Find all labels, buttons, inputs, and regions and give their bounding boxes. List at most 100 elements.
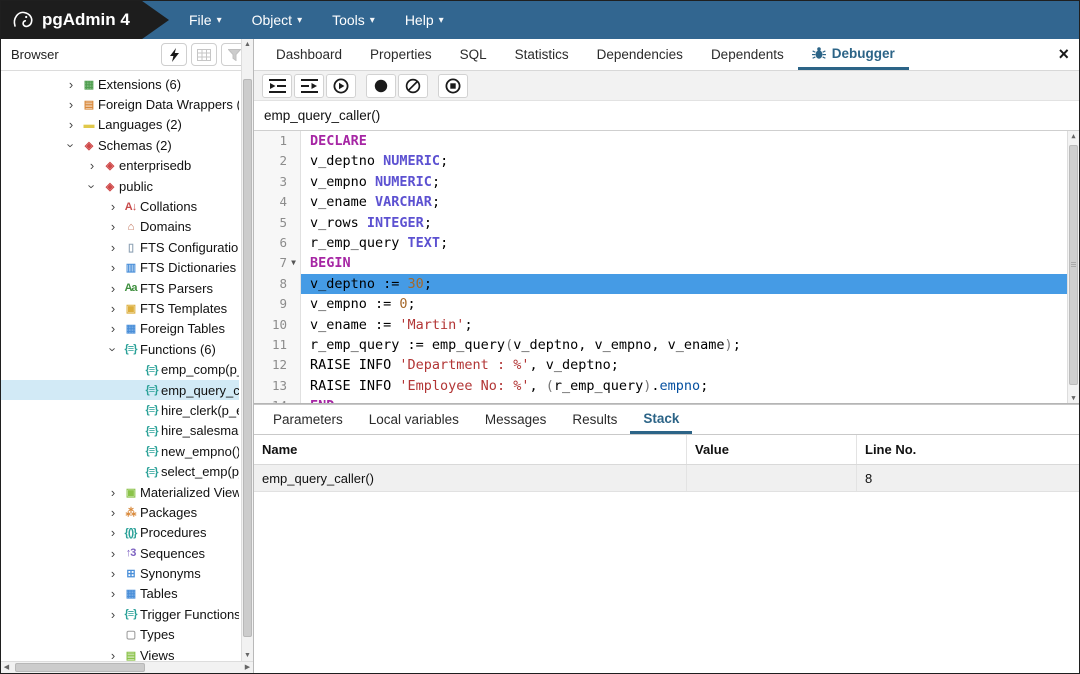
expander-chevron-icon[interactable]: › [105,607,121,622]
stack-frame-row[interactable]: emp_query_caller()8 [254,465,1079,492]
tree-item-public[interactable]: ›◈public [1,176,239,196]
tab-dashboard[interactable]: Dashboard [262,39,356,70]
expander-chevron-icon[interactable]: › [105,566,121,581]
expander-chevron-icon[interactable]: › [105,199,121,214]
tree-item-new-empno[interactable]: {≡}new_empno() [1,441,239,461]
tree-vscroll-thumb[interactable] [243,79,252,637]
view-data-button[interactable] [191,43,217,66]
tree-item-extensions-6[interactable]: ›▦Extensions (6) [1,74,239,94]
expander-chevron-icon[interactable]: › [105,485,121,500]
tab-stack[interactable]: Stack [630,405,692,434]
expander-chevron-icon[interactable]: › [63,97,79,112]
expander-chevron-icon[interactable]: › [64,137,79,153]
column-header-line-no: Line No. [857,435,1079,464]
tree-item-procedures[interactable]: ›{()}Procedures [1,523,239,543]
tab-sql[interactable]: SQL [446,39,501,70]
expander-chevron-icon[interactable]: › [84,158,100,173]
tree-item-sequences[interactable]: ›↑3Sequences [1,543,239,563]
expander-chevron-icon[interactable]: › [105,281,121,296]
tree-item-foreign-tables[interactable]: ›▦Foreign Tables [1,319,239,339]
tree-item-foreign-data-wrappers-2[interactable]: ›▤Foreign Data Wrappers (2) [1,94,239,114]
expander-chevron-icon[interactable]: › [105,321,121,336]
tree-item-synonyms[interactable]: ›⊞Synonyms [1,563,239,583]
tree-item-emp-query-cal[interactable]: {≡}emp_query_cal [1,380,239,400]
tab-messages[interactable]: Messages [472,405,560,434]
tree-item-fts-dictionaries[interactable]: ›▥FTS Dictionaries [1,258,239,278]
tab-debugger[interactable]: Debugger [798,39,909,70]
debugger-code-editor[interactable]: 1DECLARE2v_deptno NUMERIC;3v_empno NUMER… [254,131,1079,404]
tree-item-domains[interactable]: ›⌂Domains [1,217,239,237]
tree-item-materialized-views[interactable]: ›▣Materialized Views [1,482,239,502]
tree-item-packages[interactable]: ›⁂Packages [1,502,239,522]
tree-item-hire-clerk-p-en[interactable]: {≡}hire_clerk(p_en [1,400,239,420]
expander-chevron-icon[interactable]: › [105,525,121,540]
tree-item-label: Tables [140,586,178,601]
menu-object[interactable]: Object▾ [252,12,303,28]
tree-item-hire-salesman[interactable]: {≡}hire_salesman( [1,421,239,441]
tree-item-collations[interactable]: ›A↓Collations [1,196,239,216]
tree-item-fts-parsers[interactable]: ›AaFTS Parsers [1,278,239,298]
expander-chevron-icon[interactable]: › [105,301,121,316]
step-into-icon [269,79,286,93]
editor-vscroll-thumb[interactable] [1069,145,1078,385]
stack-table-header-row: NameValueLine No. [254,435,1079,465]
tree-item-fts-templates[interactable]: ›▣FTS Templates [1,298,239,318]
tab-statistics[interactable]: Statistics [501,39,583,70]
tree-item-languages-2[interactable]: ›▬Languages (2) [1,115,239,135]
expander-chevron-icon[interactable]: › [63,77,79,92]
scroll-down-arrow-icon[interactable]: ▼ [242,650,253,661]
object-browser-tree[interactable]: ›▦Extensions (6)›▤Foreign Data Wrappers … [1,71,253,673]
toggle-breakpoint-button[interactable] [366,74,396,98]
tree-item-enterprisedb[interactable]: ›◈enterprisedb [1,156,239,176]
stop-button[interactable] [438,74,468,98]
tree-item-label: Procedures [140,525,206,540]
tree-item-trigger-functions[interactable]: ›{≡}Trigger Functions [1,604,239,624]
scroll-up-arrow-icon[interactable]: ▲ [242,39,253,50]
menu-tools[interactable]: Tools▾ [332,12,375,28]
editor-vertical-scrollbar[interactable]: ▲ ▼ [1067,131,1079,403]
menu-help[interactable]: Help▾ [405,12,444,28]
tree-item-fts-configurations[interactable]: ›▯FTS Configurations [1,237,239,257]
tree-vertical-scrollbar[interactable]: ▲ ▼ [241,39,253,661]
close-panel-icon[interactable]: × [1058,45,1069,63]
expander-chevron-icon[interactable]: › [105,546,121,561]
expander-chevron-icon[interactable]: › [105,219,121,234]
scroll-left-arrow-icon[interactable]: ◀ [1,662,12,673]
tab-dependents[interactable]: Dependents [697,39,798,70]
tree-item-types[interactable]: ▢Types [1,625,239,645]
tree-item-schemas-2[interactable]: ›◈Schemas (2) [1,135,239,155]
scroll-right-arrow-icon[interactable]: ▶ [242,662,253,673]
clear-breakpoints-button[interactable] [398,74,428,98]
step-over-button[interactable] [294,74,324,98]
pgadmin-logo: pgAdmin 4 [1,1,169,39]
expander-chevron-icon[interactable]: › [105,505,121,520]
tree-item-select-emp-p-e[interactable]: {≡}select_emp(p_e [1,461,239,481]
tab-parameters[interactable]: Parameters [260,405,356,434]
browser-toolbar [161,43,247,66]
fold-arrow-icon[interactable]: ▼ [287,253,300,273]
tab-results[interactable]: Results [559,405,630,434]
tab-local-variables[interactable]: Local variables [356,405,472,434]
scroll-down-arrow-icon[interactable]: ▼ [1068,394,1079,402]
expander-chevron-icon[interactable]: › [105,240,121,255]
tree-item-tables[interactable]: ›▦Tables [1,584,239,604]
expander-chevron-icon[interactable]: › [106,341,121,357]
tab-dependencies[interactable]: Dependencies [583,39,697,70]
expander-chevron-icon[interactable]: › [63,117,79,132]
expander-chevron-icon[interactable]: › [105,586,121,601]
tree-hscroll-thumb[interactable] [15,663,145,672]
tab-label: Results [572,412,617,427]
query-tool-button[interactable] [161,43,187,66]
expander-chevron-icon[interactable]: › [105,260,121,275]
scroll-up-arrow-icon[interactable]: ▲ [1068,132,1079,140]
debugged-function-bar: emp_query_caller() [254,101,1079,131]
tree-horizontal-scrollbar[interactable]: ◀ ▶ [1,661,253,673]
step-into-button[interactable] [262,74,292,98]
tree-item-functions-6[interactable]: ›{≡}Functions (6) [1,339,239,359]
expander-chevron-icon[interactable]: › [85,178,100,194]
menu-file[interactable]: File▾ [189,12,222,28]
continue-button[interactable] [326,74,356,98]
tree-item-emp-comp-p-s[interactable]: {≡}emp_comp(p_s [1,359,239,379]
tree-item-label: new_empno() [161,444,239,459]
tab-properties[interactable]: Properties [356,39,446,70]
